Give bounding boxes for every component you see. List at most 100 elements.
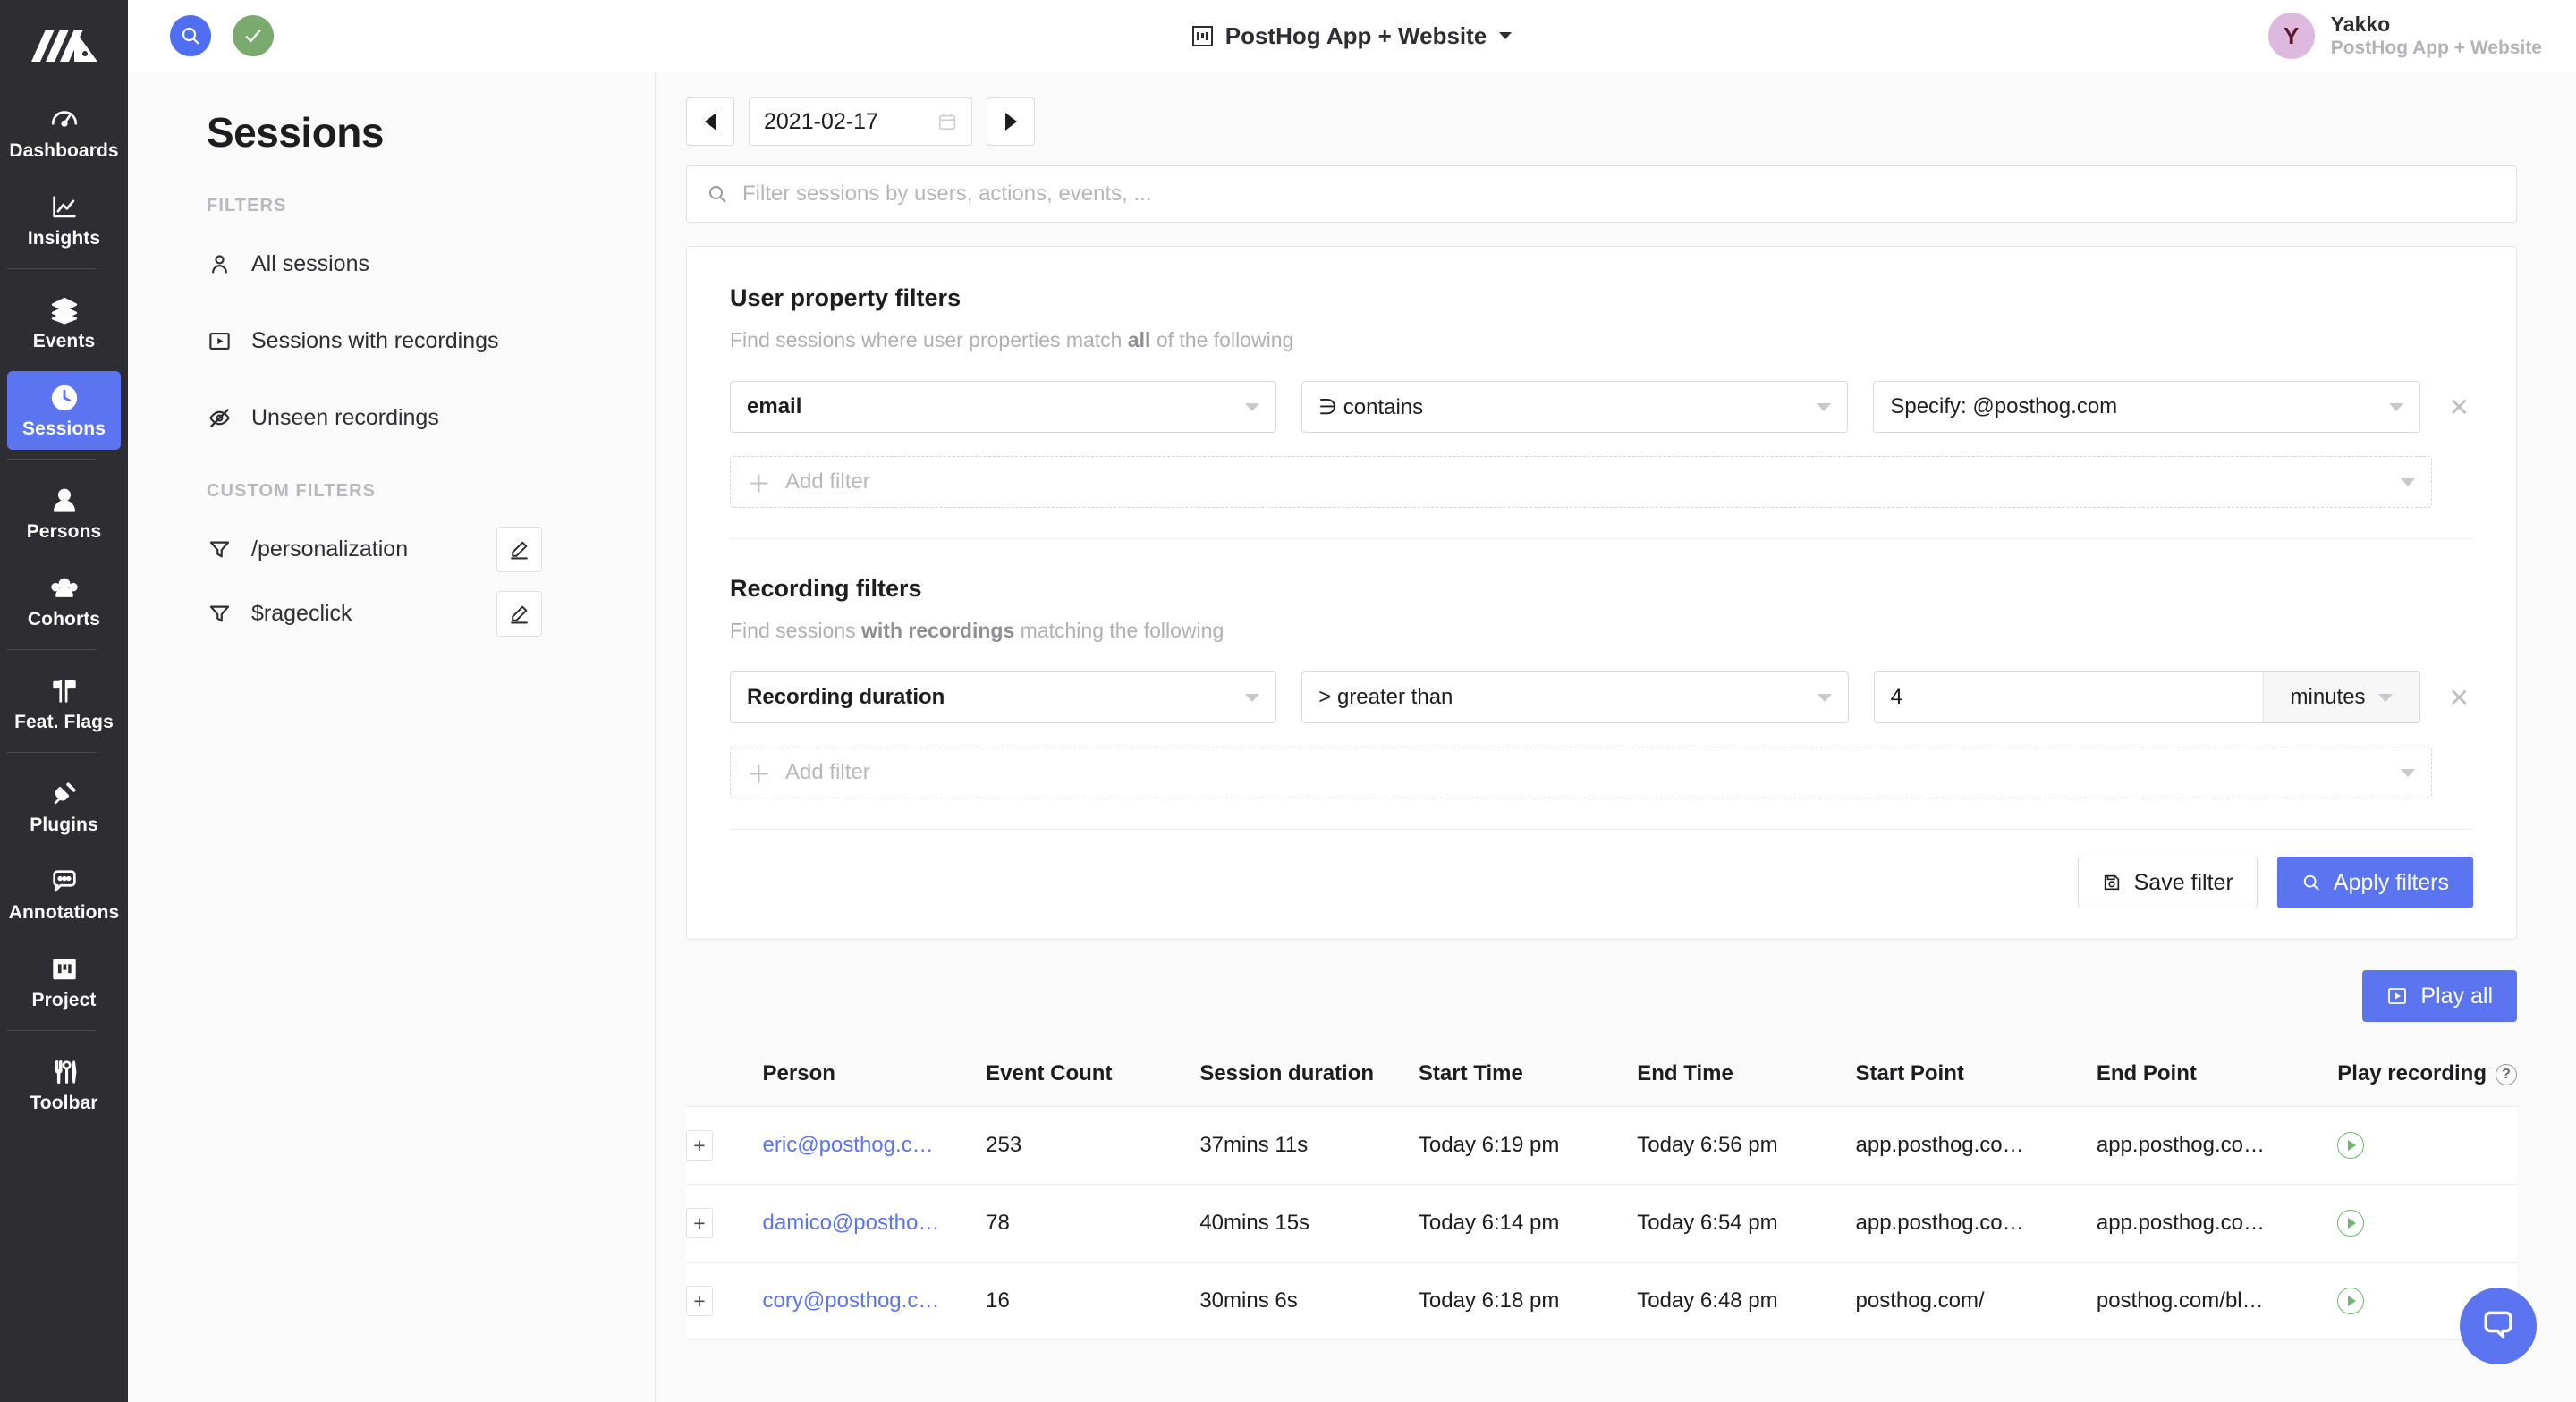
arrow-right-icon[interactable] [987, 97, 1035, 146]
plus-icon[interactable]: + [686, 1286, 713, 1316]
sidebar-item-annotations[interactable]: Annotations [7, 855, 121, 933]
plus-icon[interactable]: + [686, 1130, 713, 1161]
header-label: Event Count [986, 1061, 1113, 1085]
person-cell: cory@posthog.c… [762, 1262, 987, 1340]
end-point-cell: app.posthog.co… [2096, 1184, 2338, 1263]
eye-off-icon [207, 406, 232, 430]
rdesc-bold: with recordings [861, 619, 1015, 642]
date-picker[interactable]: 2021-02-17 [749, 97, 972, 146]
filter-item-label: All sessions [251, 250, 369, 276]
sidebar-item-events[interactable]: Events [7, 283, 121, 362]
sidebar-item-sessions[interactable]: Sessions [7, 371, 121, 450]
clock-icon [49, 383, 80, 413]
duration-cell: 30mins 6s [1199, 1262, 1419, 1340]
sidebar-item-cohorts[interactable]: Cohorts [7, 562, 121, 640]
table-row[interactable]: + damico@postho… 78 40mins 15s Today 6:14 pm… [686, 1184, 2517, 1263]
date-value: 2021-02-17 [764, 108, 878, 134]
sidebar-item-feat-flags[interactable]: Feat. Flags [7, 664, 121, 743]
custom-filter-list: /personalization $rageclick [207, 521, 655, 641]
user-menu[interactable]: Y Yakko PostHog App + Website [2267, 12, 2542, 61]
duration-unit-select[interactable]: minutes [2262, 672, 2419, 722]
pencil-icon[interactable] [496, 590, 542, 637]
duration-cell: 40mins 15s [1199, 1184, 1419, 1263]
chevron-down-icon [1499, 32, 1513, 39]
start-point-cell: posthog.com/ [1855, 1262, 2097, 1340]
custom-filter-item[interactable]: /personalization [207, 521, 655, 577]
add-recording-filter-button[interactable]: ＋ Add filter [730, 747, 2432, 798]
person-icon [49, 486, 80, 516]
chevron-down-icon [1817, 402, 1832, 411]
custom-filter-label: /personalization [251, 536, 409, 562]
play-all-label: Play all [2420, 983, 2493, 1009]
header-label: End Time [1637, 1061, 1733, 1085]
sidebar-item-project[interactable]: Project [7, 942, 121, 1021]
value-select[interactable]: Specify: @posthog.com [1873, 381, 2420, 433]
sidebar-item-toolbar[interactable]: Toolbar [7, 1045, 121, 1124]
cohorts-icon [49, 573, 80, 604]
sidebar-item-label: Plugins [30, 815, 98, 835]
flag-icon [49, 676, 80, 706]
project-icon [49, 954, 80, 984]
search-icon [709, 186, 726, 203]
sidebar-item-label: Project [31, 990, 97, 1010]
chat-bubble-icon[interactable] [2460, 1288, 2537, 1364]
filter-item-sessions-with-recordings[interactable]: Sessions with recordings [207, 313, 655, 368]
add-user-property-filter-button[interactable]: ＋ Add filter [730, 456, 2432, 508]
duration-input[interactable]: 4 [1875, 672, 2263, 722]
play-circle-icon[interactable] [2337, 1288, 2365, 1314]
event-count-cell: 78 [986, 1184, 1200, 1263]
plug-icon [49, 779, 80, 809]
posthog-logo[interactable] [29, 23, 100, 70]
table-header-play-recording: Play recording? [2337, 1042, 2517, 1107]
custom-filter-item[interactable]: $rageclick [207, 586, 655, 641]
expand-cell: + [686, 1106, 763, 1185]
close-icon[interactable]: ✕ [2445, 393, 2473, 422]
filter-value: Specify: @posthog.com [1890, 394, 2118, 418]
start-time-cell: Today 6:19 pm [1418, 1106, 1638, 1185]
table-header-event-count: Event Count [986, 1042, 1200, 1107]
end-time-cell: Today 6:48 pm [1637, 1262, 1856, 1340]
play-circle-icon[interactable] [2337, 1210, 2365, 1237]
sidebar-item-persons[interactable]: Persons [7, 474, 121, 553]
sidebar-item-insights[interactable]: Insights [7, 181, 121, 259]
divider [7, 268, 97, 269]
question-circle-icon[interactable]: ? [2496, 1063, 2517, 1085]
divider [7, 459, 97, 460]
plus-icon: ＋ [747, 761, 771, 789]
play-all-button[interactable]: Play all [2362, 970, 2517, 1022]
chevron-down-icon [2401, 477, 2415, 486]
arrow-left-icon[interactable] [686, 97, 734, 146]
project-switcher[interactable]: PostHog App + Website [1120, 22, 1585, 50]
header-label: Start Time [1418, 1061, 1523, 1085]
play-recording-cell [2337, 1106, 2517, 1185]
check-icon[interactable] [233, 15, 274, 56]
recording-operator-select[interactable]: > greater than [1301, 671, 1849, 723]
sidebar-item-dashboards[interactable]: Dashboards [7, 93, 121, 172]
apply-filters-button[interactable]: Apply filters [2276, 857, 2473, 908]
end-point-cell: posthog.com/bl… [2096, 1262, 2338, 1340]
plus-icon[interactable]: + [686, 1208, 713, 1238]
search-placeholder: Filter sessions by users, actions, event… [742, 182, 1152, 206]
sidebar-item-plugins[interactable]: Plugins [7, 767, 121, 846]
chevron-down-icon [2401, 768, 2415, 777]
operator-select[interactable]: ∋ contains [1301, 381, 1849, 433]
table-row[interactable]: + eric@posthog.c… 253 37mins 11s Today 6:19 … [686, 1106, 2517, 1185]
recording-property-select[interactable]: Recording duration [730, 671, 1277, 723]
table-header-start-time: Start Time [1418, 1042, 1638, 1107]
header-label: End Point [2096, 1061, 2197, 1085]
filter-item-unseen-recordings[interactable]: Unseen recordings [207, 390, 655, 445]
save-filter-button[interactable]: Save filter [2077, 857, 2258, 908]
close-icon[interactable]: ✕ [2445, 683, 2473, 713]
person-link[interactable]: eric@posthog.c… [763, 1133, 934, 1157]
search-input[interactable]: Filter sessions by users, actions, event… [686, 165, 2517, 223]
search-icon[interactable] [170, 15, 211, 56]
pencil-icon[interactable] [496, 526, 542, 572]
person-link[interactable]: cory@posthog.c… [763, 1288, 940, 1313]
table-row[interactable]: + cory@posthog.c… 16 30mins 6s Today 6:18 pm… [686, 1262, 2517, 1340]
property-select[interactable]: email [730, 381, 1277, 433]
recording-filters-title: Recording filters [730, 575, 922, 602]
filter-item-all-sessions[interactable]: All sessions [207, 236, 655, 291]
person-link[interactable]: damico@postho… [763, 1211, 940, 1235]
user-org: PostHog App + Website [2330, 38, 2542, 59]
play-circle-icon[interactable] [2337, 1132, 2365, 1159]
